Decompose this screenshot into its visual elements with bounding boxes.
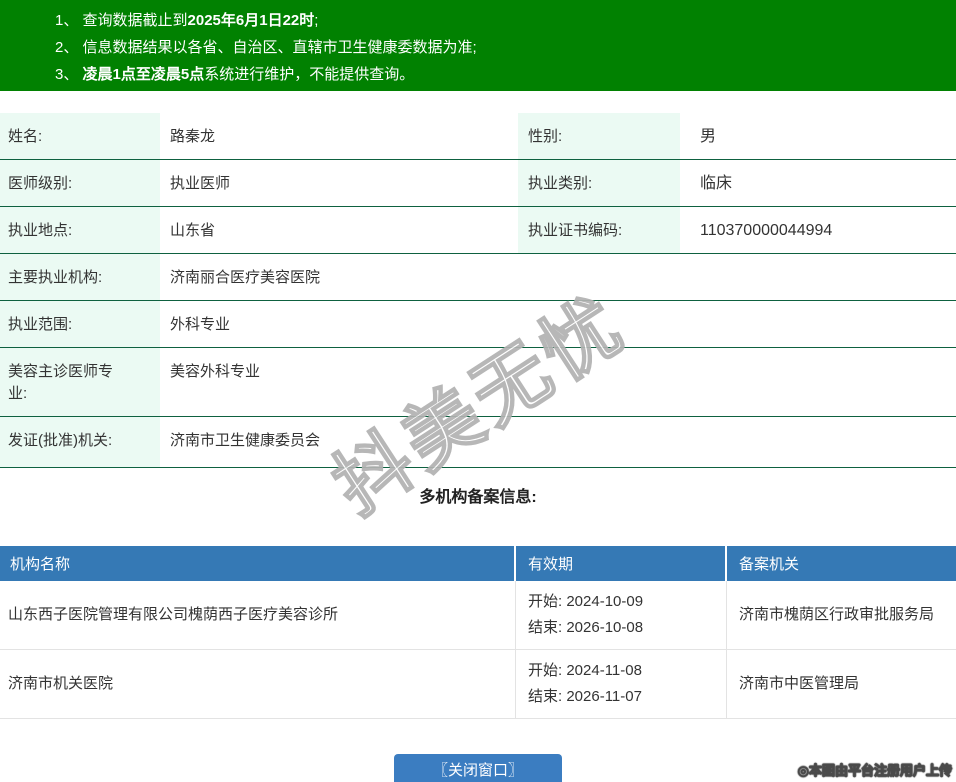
field-label-certificate-number: 执业证书编码: bbox=[518, 207, 680, 253]
notice-number: 1、 bbox=[55, 12, 83, 29]
info-row-issuing-authority: 发证(批准)机关: 济南市卫生健康委员会 bbox=[0, 417, 956, 468]
field-value-main-institution: 济南丽合医疗美容医院 bbox=[160, 254, 956, 300]
field-value-issuing-authority: 济南市卫生健康委员会 bbox=[160, 417, 956, 467]
notice-number: 3、 bbox=[55, 66, 83, 83]
cell-institution-name: 山东西子医院管理有限公司槐荫西子医疗美容诊所 bbox=[0, 581, 516, 649]
notice-text: 查询数据截止到 bbox=[83, 12, 188, 29]
query-result-page: 1、 查询数据截止到2025年6月1日22时; 2、 信息数据结果以各省、自治区… bbox=[0, 0, 956, 782]
column-header-validity-period: 有效期 bbox=[516, 546, 725, 581]
field-value-gender: 男 bbox=[680, 113, 956, 159]
table-row: 山东西子医院管理有限公司槐荫西子医疗美容诊所 开始: 2024-10-09 结束… bbox=[0, 581, 956, 650]
field-label-practice-category: 执业类别: bbox=[518, 160, 680, 206]
cell-validity-period: 开始: 2024-10-09 结束: 2026-10-08 bbox=[516, 581, 727, 649]
column-header-institution-name: 机构名称 bbox=[0, 546, 514, 581]
info-row-location-certno: 执业地点: 山东省 执业证书编码: 110370000044994 bbox=[0, 207, 956, 254]
validity-end: 结束: 2026-10-08 bbox=[528, 615, 720, 641]
notice-text: 系统进行维护，不能提供查询。 bbox=[204, 66, 414, 83]
section-title-multi-institution: 多机构备案信息: bbox=[0, 483, 956, 503]
field-value-doctor-level: 执业医师 bbox=[160, 160, 518, 206]
field-label-main-institution: 主要执业机构: bbox=[0, 254, 160, 300]
footer: 〖关闭窗口〗 bbox=[0, 754, 956, 782]
cell-filing-authority: 济南市槐荫区行政审批服务局 bbox=[727, 581, 956, 649]
field-label-cosmetic-specialty: 美容主诊医师专业: bbox=[0, 348, 160, 416]
close-window-button[interactable]: 〖关闭窗口〗 bbox=[394, 754, 562, 782]
cell-institution-name: 济南市机关医院 bbox=[0, 650, 516, 718]
notice-text: ; bbox=[314, 12, 318, 29]
filing-table-header: 机构名称 有效期 备案机关 bbox=[0, 546, 956, 581]
notice-line-1: 1、 查询数据截止到2025年6月1日22时; bbox=[55, 7, 946, 34]
field-label-doctor-level: 医师级别: bbox=[0, 160, 160, 206]
notice-line-2: 2、 信息数据结果以各省、自治区、直辖市卫生健康委数据为准; bbox=[55, 34, 946, 61]
field-value-cosmetic-specialty: 美容外科专业 bbox=[160, 348, 956, 416]
notice-banner: 1、 查询数据截止到2025年6月1日22时; 2、 信息数据结果以各省、自治区… bbox=[0, 0, 956, 91]
field-value-practice-category: 临床 bbox=[680, 160, 956, 206]
notice-text-bold: 2025年6月1日22时 bbox=[188, 12, 315, 29]
field-label-name: 姓名: bbox=[0, 113, 160, 159]
notice-text: 信息数据结果以各省、自治区、直辖市卫生健康委数据为准; bbox=[83, 39, 477, 56]
cell-validity-period: 开始: 2024-11-08 结束: 2026-11-07 bbox=[516, 650, 727, 718]
field-value-name: 路秦龙 bbox=[160, 113, 518, 159]
field-label-practice-scope: 执业范围: bbox=[0, 301, 160, 347]
cell-filing-authority: 济南市中医管理局 bbox=[727, 650, 956, 718]
table-row: 济南市机关医院 开始: 2024-11-08 结束: 2026-11-07 济南… bbox=[0, 650, 956, 719]
field-label-practice-location: 执业地点: bbox=[0, 207, 160, 253]
notice-text-bold: 凌晨1点至凌晨5点 bbox=[83, 66, 205, 83]
validity-start: 开始: 2024-10-09 bbox=[528, 589, 720, 615]
validity-start: 开始: 2024-11-08 bbox=[528, 658, 720, 684]
info-row-name-gender: 姓名: 路秦龙 性别: 男 bbox=[0, 113, 956, 160]
field-value-practice-location: 山东省 bbox=[160, 207, 518, 253]
field-value-certificate-number: 110370000044994 bbox=[680, 207, 956, 253]
info-row-main-institution: 主要执业机构: 济南丽合医疗美容医院 bbox=[0, 254, 956, 301]
field-label-gender: 性别: bbox=[518, 113, 680, 159]
validity-end: 结束: 2026-11-07 bbox=[528, 684, 720, 710]
field-value-practice-scope: 外科专业 bbox=[160, 301, 956, 347]
notice-number: 2、 bbox=[55, 39, 83, 56]
filing-table: 机构名称 有效期 备案机关 山东西子医院管理有限公司槐荫西子医疗美容诊所 开始:… bbox=[0, 546, 956, 719]
info-row-practice-scope: 执业范围: 外科专业 bbox=[0, 301, 956, 348]
doctor-info-table: 姓名: 路秦龙 性别: 男 医师级别: 执业医师 执业类别: 临床 执业地点: … bbox=[0, 113, 956, 468]
info-row-level-category: 医师级别: 执业医师 执业类别: 临床 bbox=[0, 160, 956, 207]
info-row-cosmetic-specialty: 美容主诊医师专业: 美容外科专业 bbox=[0, 348, 956, 417]
column-header-filing-authority: 备案机关 bbox=[727, 546, 956, 581]
notice-line-3: 3、 凌晨1点至凌晨5点系统进行维护，不能提供查询。 bbox=[55, 61, 946, 88]
field-label-issuing-authority: 发证(批准)机关: bbox=[0, 417, 160, 467]
